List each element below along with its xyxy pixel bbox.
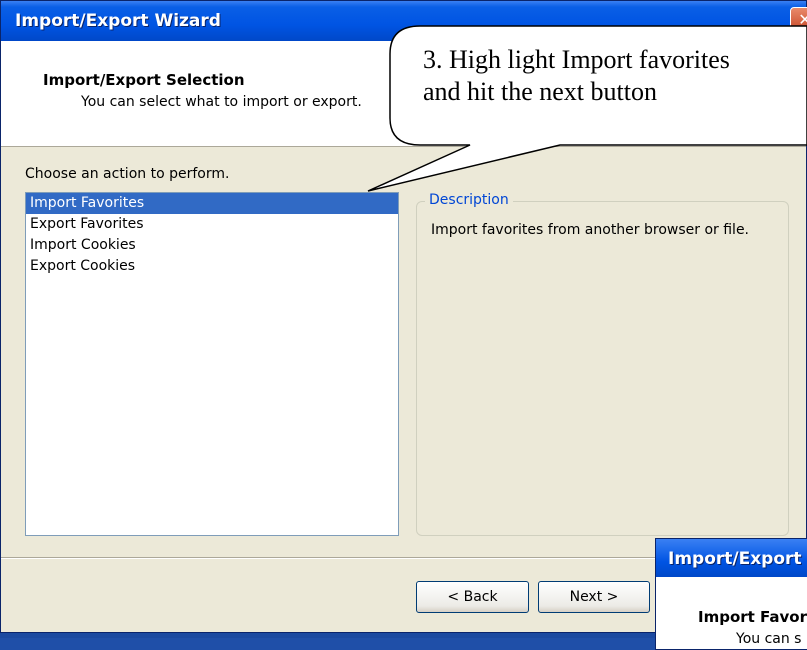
callout-text: 3. High light Import favorites and hit t… — [423, 44, 803, 108]
second-title-bar[interactable]: Import/Export — [656, 539, 807, 577]
callout-line-2: and hit the next button — [423, 77, 657, 106]
description-text: Import favorites from another browser or… — [431, 222, 750, 238]
action-prompt: Choose an action to perform. — [25, 166, 230, 182]
action-listbox[interactable]: Import Favorites Export Favorites Import… — [25, 192, 399, 536]
close-button[interactable]: ✕ — [790, 7, 807, 35]
callout-line-1: 3. High light Import favorites — [423, 45, 730, 74]
description-group: Description Import favorites from anothe… — [416, 192, 789, 536]
second-page-subtitle: You can s — [736, 631, 802, 647]
second-window-title: Import/Export — [668, 549, 802, 569]
second-wizard-header: Import Favor You can s — [656, 577, 807, 649]
page-subtitle: You can select what to import or export. — [81, 94, 362, 110]
description-legend: Description — [425, 192, 513, 208]
second-page-title: Import Favor — [698, 608, 807, 626]
title-bar[interactable]: Import/Export Wizard ✕ — [1, 1, 807, 41]
list-item-export-cookies[interactable]: Export Cookies — [26, 256, 398, 277]
next-button[interactable]: Next > — [538, 581, 650, 613]
list-item-import-favorites[interactable]: Import Favorites — [26, 193, 398, 214]
window-title: Import/Export Wizard — [15, 11, 221, 31]
second-wizard-window: Import/Export Import Favor You can s — [655, 538, 807, 650]
list-item-import-cookies[interactable]: Import Cookies — [26, 235, 398, 256]
page-title: Import/Export Selection — [43, 71, 245, 89]
list-item-export-favorites[interactable]: Export Favorites — [26, 214, 398, 235]
back-button[interactable]: < Back — [416, 581, 529, 613]
